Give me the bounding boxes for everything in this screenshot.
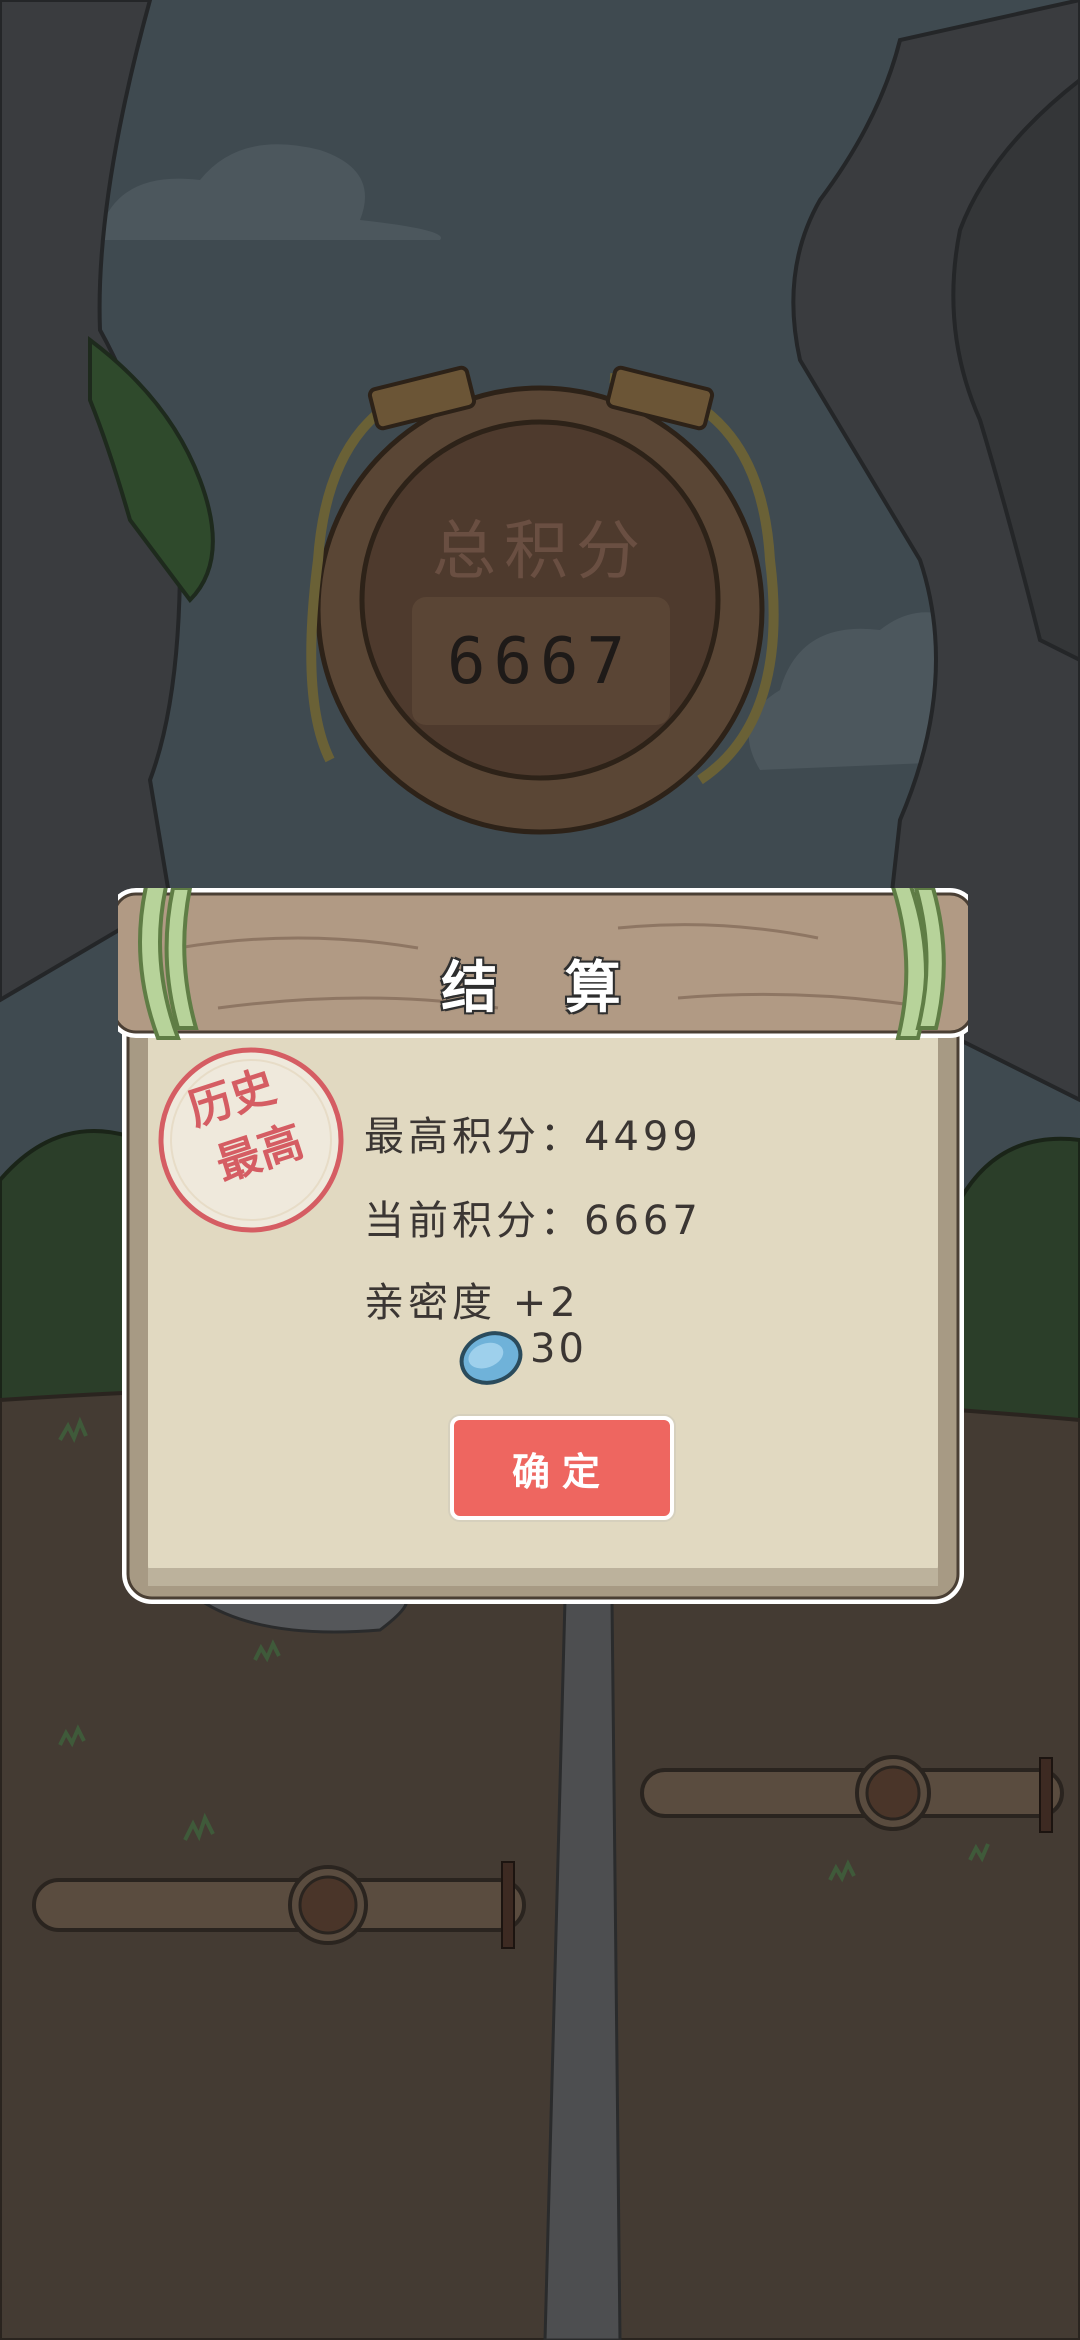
intimacy-row: 亲密度 +2: [364, 1280, 580, 1326]
best-score-value: 4499: [584, 1114, 702, 1160]
background-score-value: 6667: [446, 625, 634, 699]
coin-reward-value: 30: [530, 1326, 587, 1372]
background-score-title: 总积分: [432, 515, 648, 589]
confirm-button[interactable]: 确定: [450, 1416, 674, 1520]
clover-coin-icon: [461, 1328, 521, 1388]
current-score-label: 当前积分：: [364, 1198, 584, 1244]
settlement-dialog: 结 算 历史 最高 最高积分：4499 当前积分：6667 亲密度 +2 30 …: [118, 888, 968, 1608]
game-scene: 总积分 6667 结 算 历史 最高 最高积分：4499 当前积分：6667 亲…: [0, 0, 1080, 2340]
best-score-row: 最高积分：4499: [364, 1104, 702, 1162]
current-score-row: 当前积分：6667: [364, 1188, 702, 1246]
dialog-title: 结 算: [441, 956, 645, 1021]
best-score-label: 最高积分：: [364, 1114, 584, 1160]
current-score-value: 6667: [584, 1198, 702, 1244]
